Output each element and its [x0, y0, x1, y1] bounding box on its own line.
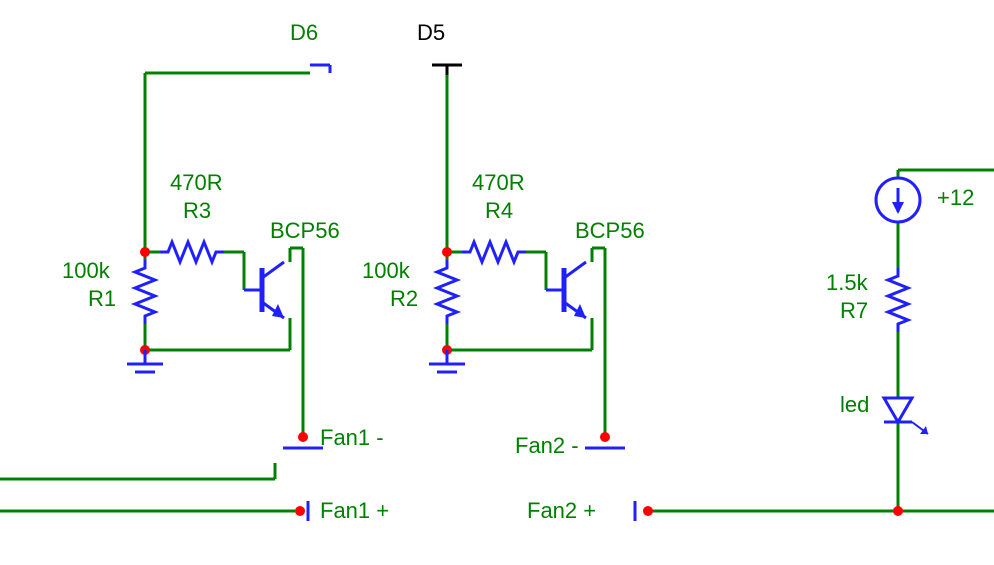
- net-block3: [898, 170, 994, 511]
- label-r3-ref: R3: [183, 198, 211, 224]
- label-r7-ref: R7: [840, 298, 868, 324]
- label-r7-value: 1.5k: [826, 270, 868, 296]
- current-source-12v: [876, 178, 920, 222]
- resistor-r4: [462, 242, 526, 262]
- port-d6: [310, 65, 330, 73]
- transistor-q1: [244, 262, 284, 318]
- resistor-r3: [160, 242, 224, 262]
- label-12v: +12: [937, 185, 974, 211]
- resistor-r2: [437, 260, 457, 324]
- diode-led: [884, 398, 912, 422]
- port-d5: [432, 65, 462, 75]
- label-r2-value: 100k: [362, 258, 410, 284]
- label-led: led: [840, 392, 869, 418]
- label-r1-ref: R1: [88, 286, 116, 312]
- label-fan2-pos: Fan2 +: [527, 498, 596, 524]
- led-emit-icon: [912, 422, 928, 434]
- label-q1-type: BCP56: [270, 218, 340, 244]
- label-d6: D6: [290, 20, 318, 46]
- ground-1: [127, 350, 163, 372]
- label-r1-value: 100k: [62, 258, 110, 284]
- label-r2-ref: R2: [390, 286, 418, 312]
- ground-2: [429, 350, 465, 372]
- label-fan1-pos: Fan1 +: [320, 498, 389, 524]
- label-fan2-neg: Fan2 -: [515, 433, 579, 459]
- label-r3-value: 470R: [170, 170, 223, 196]
- resistor-r1: [135, 260, 155, 324]
- label-fan1-neg: Fan1 -: [320, 425, 384, 451]
- label-r4-value: 470R: [472, 170, 525, 196]
- label-d5: D5: [417, 20, 445, 46]
- label-q2-type: BCP56: [575, 218, 645, 244]
- label-r4-ref: R4: [485, 198, 513, 224]
- resistor-r7: [888, 268, 908, 332]
- transistor-q2: [546, 262, 586, 318]
